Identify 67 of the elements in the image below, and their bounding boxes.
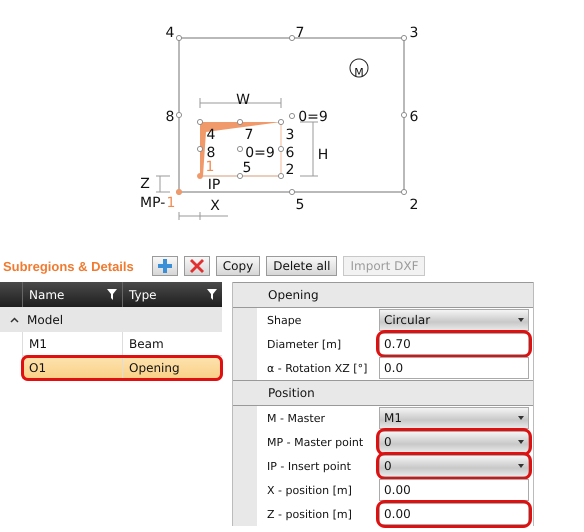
group-label: Model bbox=[27, 312, 64, 326]
section-header[interactable]: Opening bbox=[233, 282, 533, 308]
diagram-label: 1 bbox=[166, 194, 176, 211]
diagram-label: 2 bbox=[286, 162, 294, 178]
diagram-label: 6 bbox=[286, 144, 294, 161]
toolbar-button[interactable]: Copy bbox=[216, 256, 260, 276]
diagram-label: X bbox=[210, 198, 220, 214]
diagram-label: H bbox=[318, 146, 328, 163]
diagram-label: 0=9 bbox=[245, 144, 275, 161]
section-header[interactable]: Position bbox=[233, 380, 533, 406]
property-label: Z - position [m] bbox=[266, 508, 353, 520]
caret-icon bbox=[518, 440, 524, 444]
filter-icon[interactable] bbox=[107, 289, 117, 300]
diagram-label: 6 bbox=[410, 108, 418, 125]
type-cell: Opening bbox=[122, 356, 222, 379]
group-row[interactable]: Model bbox=[0, 307, 222, 332]
diagram-label: IP bbox=[208, 176, 220, 193]
diagram-label: Z bbox=[140, 176, 150, 192]
cross-icon bbox=[190, 259, 204, 273]
diagram-label: 7 bbox=[244, 126, 254, 143]
panel-title: Subregions & Details bbox=[3, 258, 134, 274]
diagram-label: MP- bbox=[140, 194, 166, 211]
property-label: X - position [m] bbox=[266, 484, 353, 496]
delete-button[interactable] bbox=[184, 256, 210, 276]
plus-icon bbox=[158, 259, 172, 273]
diagram-label: 5 bbox=[242, 160, 252, 176]
dropdown[interactable]: 0 bbox=[379, 431, 529, 453]
property-label: MP - Master point bbox=[266, 436, 364, 448]
property-label: IP - Insert point bbox=[266, 460, 352, 472]
toolbar-button[interactable]: Delete all bbox=[266, 256, 338, 276]
section-title: Opening bbox=[268, 288, 319, 302]
property-label: α - Rotation XZ [°] bbox=[266, 362, 368, 374]
input-field[interactable]: 0.00 bbox=[379, 479, 529, 501]
diagram-label: 5 bbox=[296, 196, 304, 213]
name-cell: O1 bbox=[22, 356, 122, 379]
caret-icon bbox=[518, 318, 524, 322]
caret-icon bbox=[518, 464, 524, 468]
diagram-label: 2 bbox=[410, 196, 418, 213]
diagram-label: 4 bbox=[206, 126, 216, 143]
expand-icon[interactable] bbox=[10, 316, 19, 322]
dropdown[interactable]: Circular bbox=[379, 309, 529, 331]
diagram-label: M bbox=[354, 66, 364, 80]
column-label: Name bbox=[29, 288, 64, 302]
diagram-label: 3 bbox=[410, 24, 418, 41]
table-row[interactable]: O1 Opening bbox=[22, 356, 222, 380]
property-label: Shape bbox=[266, 314, 302, 326]
diagram-label: 0=9 bbox=[298, 108, 328, 125]
filter-icon[interactable] bbox=[207, 289, 217, 300]
dropdown[interactable]: M1 bbox=[379, 407, 529, 429]
dropdown[interactable]: 0 bbox=[379, 455, 529, 477]
section-title: Position bbox=[268, 386, 315, 400]
diagram-label: 3 bbox=[286, 126, 294, 143]
diagram-label: W bbox=[236, 92, 250, 108]
diagram-label: 7 bbox=[296, 24, 304, 41]
input-field[interactable]: 0.00 bbox=[379, 503, 529, 525]
add-button[interactable] bbox=[152, 256, 178, 276]
diagram-label: 4 bbox=[166, 24, 174, 41]
diagram-label: 1 bbox=[206, 158, 214, 175]
table-row[interactable]: M1 Beam bbox=[22, 332, 222, 356]
diagram-label: 8 bbox=[166, 108, 174, 125]
diagram-label: 8 bbox=[206, 144, 216, 161]
input-field[interactable]: 0.0 bbox=[379, 357, 529, 379]
caret-icon bbox=[518, 416, 524, 420]
input-field[interactable]: 0.70 bbox=[379, 333, 529, 355]
property-label: M - Master bbox=[266, 412, 326, 424]
property-label: Diameter [m] bbox=[266, 338, 342, 350]
column-label: Type bbox=[129, 288, 157, 302]
